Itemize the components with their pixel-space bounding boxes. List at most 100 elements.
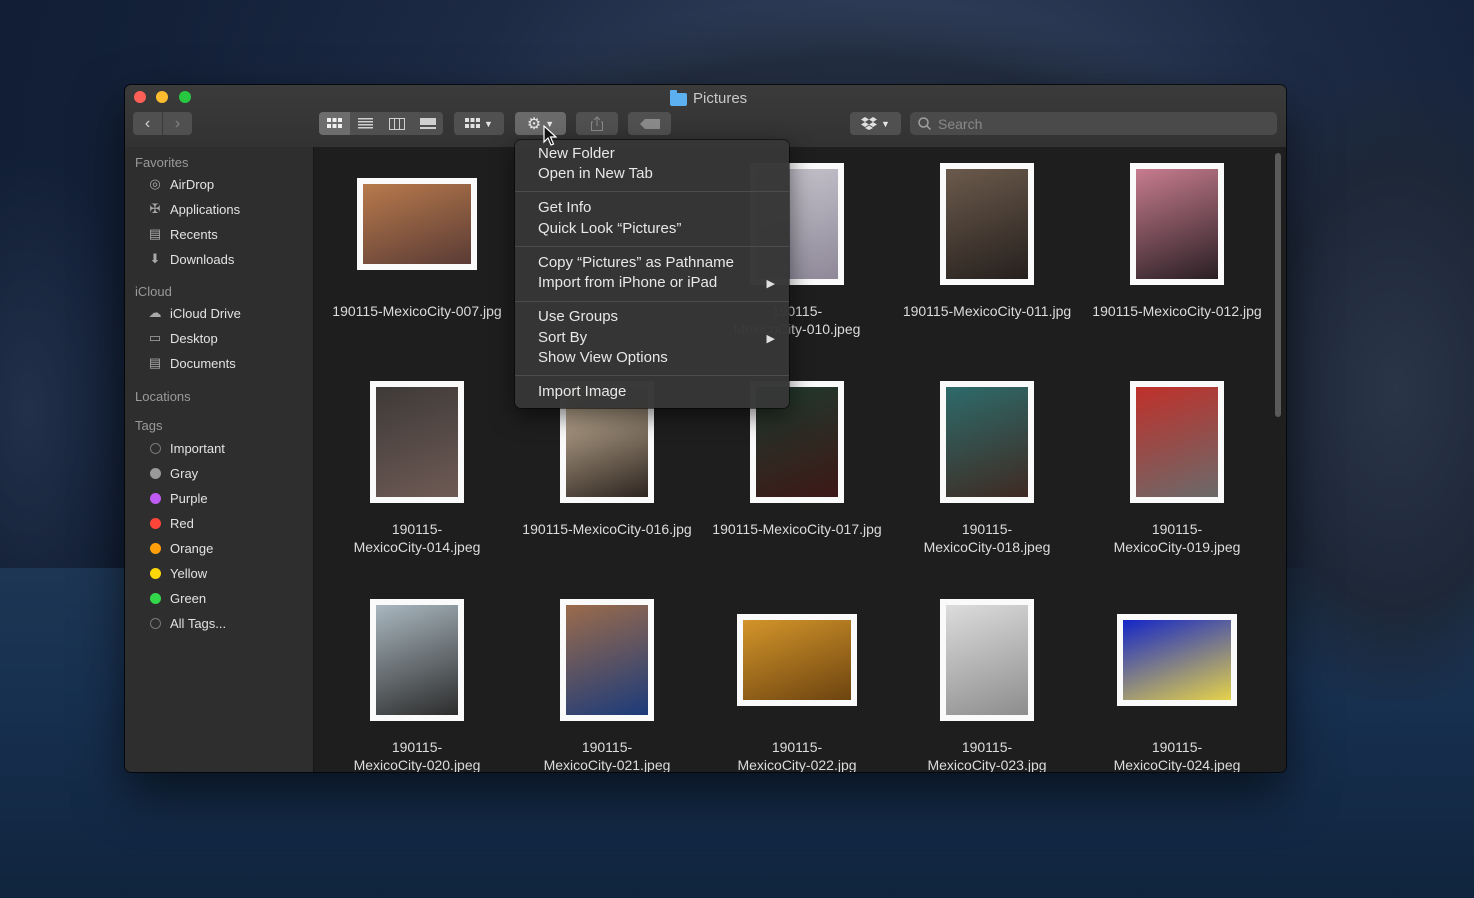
search-field[interactable]: Search [910,112,1277,135]
file-name: MexicoCity-014.jpeg [353,539,481,555]
photo-image [1136,387,1218,497]
file-thumbnail[interactable] [1130,163,1224,285]
file-thumbnail[interactable] [940,599,1034,721]
sidebar-item-label: Applications [170,201,241,217]
search-icon [918,117,931,130]
edit-tags-button[interactable] [628,112,671,135]
file-thumbnail[interactable] [1117,614,1237,706]
sidebar-tag-all-tags[interactable]: All Tags... [147,612,226,634]
file-item[interactable]: 190115-MexicoCity-007.jpg [324,147,510,347]
chevron-down-icon: ▼ [484,118,493,129]
file-item[interactable]: 190115- MexicoCity-014.jpeg [324,365,510,565]
menu-item-copy-pathname[interactable]: Copy “Pictures” as Pathname [538,253,734,273]
file-thumbnail[interactable] [737,614,857,706]
sidebar-tag-red[interactable]: Red [147,512,194,534]
menu-item-import-image[interactable]: Import Image [538,382,626,402]
file-name: MexicoCity-019.jpeg [1113,539,1241,555]
file-name: 190115- [961,739,1013,755]
file-item[interactable]: 190115- MexicoCity-019.jpeg [1084,365,1270,565]
file-thumbnail[interactable] [370,381,464,503]
sidebar-tag-purple[interactable]: Purple [147,487,208,509]
file-name: MexicoCity-024.jpeg [1113,757,1241,772]
group-by-button[interactable]: ▼ [454,112,504,135]
file-item[interactable]: 190115-MexicoCity-012.jpg [1084,147,1270,347]
list-view-button[interactable] [350,112,381,135]
sidebar-item-documents[interactable]: ▤ Documents [147,352,236,374]
column-view-button[interactable] [381,112,412,135]
sidebar-section-locations: Locations [135,389,191,404]
sidebar-item-desktop[interactable]: ▭ Desktop [147,327,218,349]
photo-image [743,620,851,700]
menu-separator [515,375,789,376]
sidebar-tag-yellow[interactable]: Yellow [147,562,207,584]
file-name: 190115- [771,739,823,755]
file-thumbnail[interactable] [940,163,1034,285]
submenu-arrow-icon: ▶ [766,278,775,290]
file-item[interactable]: 190115-MexicoCity-011.jpg [894,147,1080,347]
photo-image [376,387,458,497]
file-name: 190115- [581,739,633,755]
sidebar-item-icloud-drive[interactable]: ☁ iCloud Drive [147,302,241,324]
sidebar-item-applications[interactable]: ✠ Applications [147,198,241,220]
dropbox-button[interactable]: ▼ [850,112,901,135]
menu-item-sort-by[interactable]: Sort By [538,328,587,348]
close-button[interactable] [134,91,146,103]
photo-image [1136,169,1218,279]
sidebar-item-label: Red [170,515,194,531]
menu-item-quick-look[interactable]: Quick Look “Pictures” [538,219,681,239]
minimize-button[interactable] [156,91,168,103]
scrollbar[interactable] [1275,153,1281,417]
file-item[interactable]: 190115- MexicoCity-022.jpg [704,583,890,772]
gear-icon: ⚙ [526,115,542,133]
menu-item-new-folder[interactable]: New Folder [538,144,615,164]
gallery-view-button[interactable] [412,112,443,135]
action-button[interactable]: ⚙ ▼ [515,112,566,135]
icon-view-button[interactable] [319,112,350,135]
desktop-icon: ▭ [148,330,162,345]
file-item[interactable]: 190115- MexicoCity-023.jpg [894,583,1080,772]
share-button[interactable] [576,112,618,135]
menu-separator [515,301,789,302]
file-thumbnail[interactable] [940,381,1034,503]
file-thumbnail[interactable] [560,599,654,721]
sidebar-item-label: Orange [170,540,214,556]
recents-icon: ▤ [148,226,162,241]
file-thumbnail[interactable] [357,178,477,270]
menu-item-use-groups[interactable]: Use Groups [538,307,618,327]
sidebar-item-label: Downloads [170,251,235,267]
window-title-text: Pictures [693,89,748,107]
share-icon [591,116,603,131]
applications-icon: ✠ [149,201,161,216]
menu-item-open-in-new-tab[interactable]: Open in New Tab [538,164,653,184]
file-item[interactable]: 190115- MexicoCity-024.jpeg [1084,583,1270,772]
file-thumbnail[interactable] [1130,381,1224,503]
file-grid: 190115-MexicoCity-007.jpg 190115- MexicoCi… [314,147,1286,772]
file-thumbnail[interactable] [370,599,464,721]
menu-item-get-info[interactable]: Get Info [538,198,591,218]
columns-icon [388,117,405,130]
sidebar-tag-orange[interactable]: Orange [147,537,213,559]
sidebar-item-label: Gray [170,465,199,481]
file-name: MexicoCity-020.jpeg [353,757,481,772]
forward-button[interactable]: › [163,112,192,135]
grid-icon [465,118,481,128]
file-item[interactable]: 190115- MexicoCity-021.jpeg [514,583,700,772]
sidebar-tag-gray[interactable]: Gray [147,462,198,484]
zoom-button[interactable] [179,91,191,103]
back-button[interactable]: ‹ [133,112,162,135]
photo-image [1123,620,1231,700]
file-item[interactable]: 190115- MexicoCity-020.jpeg [324,583,510,772]
tag-color-dot [150,592,161,604]
photo-image [946,169,1028,279]
sidebar-item-airdrop[interactable]: ◎ AirDrop [147,173,214,195]
menu-item-show-view-options[interactable]: Show View Options [538,348,668,368]
sidebar-tag-important[interactable]: Important [147,437,225,459]
sidebar-item-recents[interactable]: ▤ Recents [147,223,218,245]
sidebar-item-downloads[interactable]: ⬇ Downloads [147,248,235,270]
tag-color-dot [150,567,161,579]
navigation-buttons: ‹ › [133,112,192,135]
menu-item-import-from-iphone[interactable]: Import from iPhone or iPad [538,273,768,293]
file-item[interactable]: 190115- MexicoCity-018.jpeg [894,365,1080,565]
sidebar-tag-green[interactable]: Green [147,587,206,609]
file-name: 190115-MexicoCity-016.jpg [522,521,692,537]
